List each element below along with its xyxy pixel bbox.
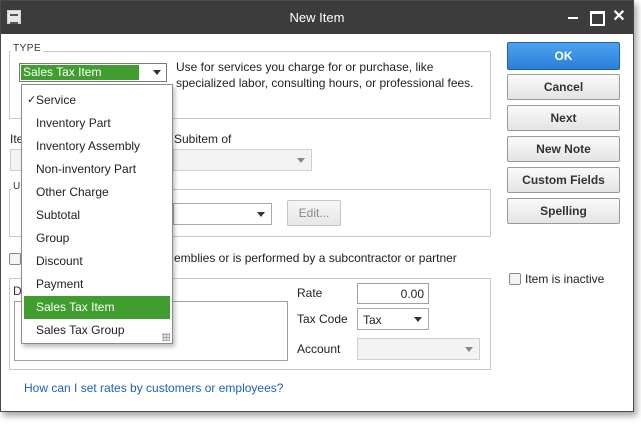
maximize-icon[interactable] — [586, 7, 606, 27]
window-title: New Item — [289, 10, 345, 25]
dropdown-item[interactable]: Other Charge — [24, 181, 170, 204]
chevron-down-icon — [465, 347, 473, 352]
dropdown-item-label: Non-inventory Part — [36, 162, 137, 176]
unit-select[interactable] — [173, 203, 272, 225]
chevron-down-icon — [414, 317, 422, 322]
account-select[interactable] — [357, 338, 480, 360]
resize-grip-icon[interactable] — [162, 333, 170, 341]
dropdown-item-label: Group — [36, 231, 70, 245]
tax-code-value: Tax — [363, 313, 382, 327]
subcontract-checkbox[interactable] — [9, 253, 21, 265]
subcontract-label: emblies or is performed by a subcontract… — [174, 251, 457, 265]
ok-button[interactable]: OK — [507, 42, 620, 70]
spelling-button[interactable]: Spelling — [507, 198, 620, 224]
close-icon[interactable]: ✕ — [609, 7, 629, 27]
dropdown-item[interactable]: Non-inventory Part — [24, 158, 170, 181]
next-button[interactable]: Next — [507, 105, 620, 131]
type-label: TYPE — [11, 43, 44, 54]
rate-value: 0.00 — [400, 287, 424, 301]
chevron-down-icon[interactable] — [153, 70, 161, 75]
chevron-down-icon — [297, 158, 305, 163]
dropdown-item-label: Other Charge — [36, 185, 109, 199]
type-select-value: Sales Tax Item — [21, 65, 139, 80]
rate-label: Rate — [297, 286, 323, 300]
item-inactive-label: Item is inactive — [525, 272, 605, 286]
dropdown-item-label: Inventory Part — [36, 116, 111, 130]
new-item-window: New Item ✕ TYPE Sales Tax Item Use for s… — [0, 0, 634, 412]
dropdown-item-label: Payment — [36, 277, 84, 291]
dropdown-item-label: Inventory Assembly — [36, 139, 141, 153]
dropdown-item[interactable]: Inventory Part — [24, 112, 170, 135]
dropdown-item[interactable]: Payment — [24, 273, 170, 296]
dropdown-item-label: Sales Tax Group — [36, 323, 125, 337]
rate-input[interactable]: 0.00 — [357, 283, 429, 304]
account-label: Account — [297, 342, 341, 356]
cancel-button[interactable]: Cancel — [507, 74, 620, 100]
type-select[interactable]: Sales Tax Item — [19, 63, 167, 82]
dropdown-item-label: Sales Tax Item — [36, 300, 115, 314]
subitem-select[interactable] — [173, 149, 312, 171]
item-inactive-checkbox[interactable] — [509, 273, 521, 285]
dropdown-item-label: Service — [36, 93, 77, 107]
minimize-icon[interactable] — [563, 7, 583, 27]
dropdown-item[interactable]: ✓ Service — [24, 89, 170, 112]
type-dropdown-list: ✓ Service Inventory Part Inventory Assembly… — [21, 84, 173, 344]
tax-code-label: Tax Code — [297, 312, 348, 326]
title-bar: New Item ✕ — [1, 1, 633, 34]
chevron-down-icon — [257, 212, 265, 217]
dropdown-item[interactable]: Sales Tax Item — [24, 296, 170, 319]
dropdown-item-label: Discount — [36, 254, 83, 268]
tax-code-select[interactable]: Tax — [357, 308, 429, 330]
dropdown-item[interactable]: Sales Tax Group — [24, 319, 170, 342]
subitem-label: Subitem of — [174, 132, 232, 146]
dropdown-item[interactable]: Inventory Assembly — [24, 135, 170, 158]
edit-button[interactable]: Edit... — [287, 200, 341, 226]
dropdown-item[interactable]: Group — [24, 227, 170, 250]
custom-fields-button[interactable]: Custom Fields — [507, 167, 620, 193]
dropdown-item-label: Subtotal — [36, 208, 81, 222]
dropdown-item[interactable]: Subtotal — [24, 204, 170, 227]
new-note-button[interactable]: New Note — [507, 136, 620, 162]
dropdown-item[interactable]: Discount — [24, 250, 170, 273]
checkmark-icon: ✓ — [27, 94, 37, 106]
type-description: Use for services you charge for or purch… — [176, 60, 474, 90]
help-link[interactable]: How can I set rates by customers or empl… — [24, 381, 283, 395]
